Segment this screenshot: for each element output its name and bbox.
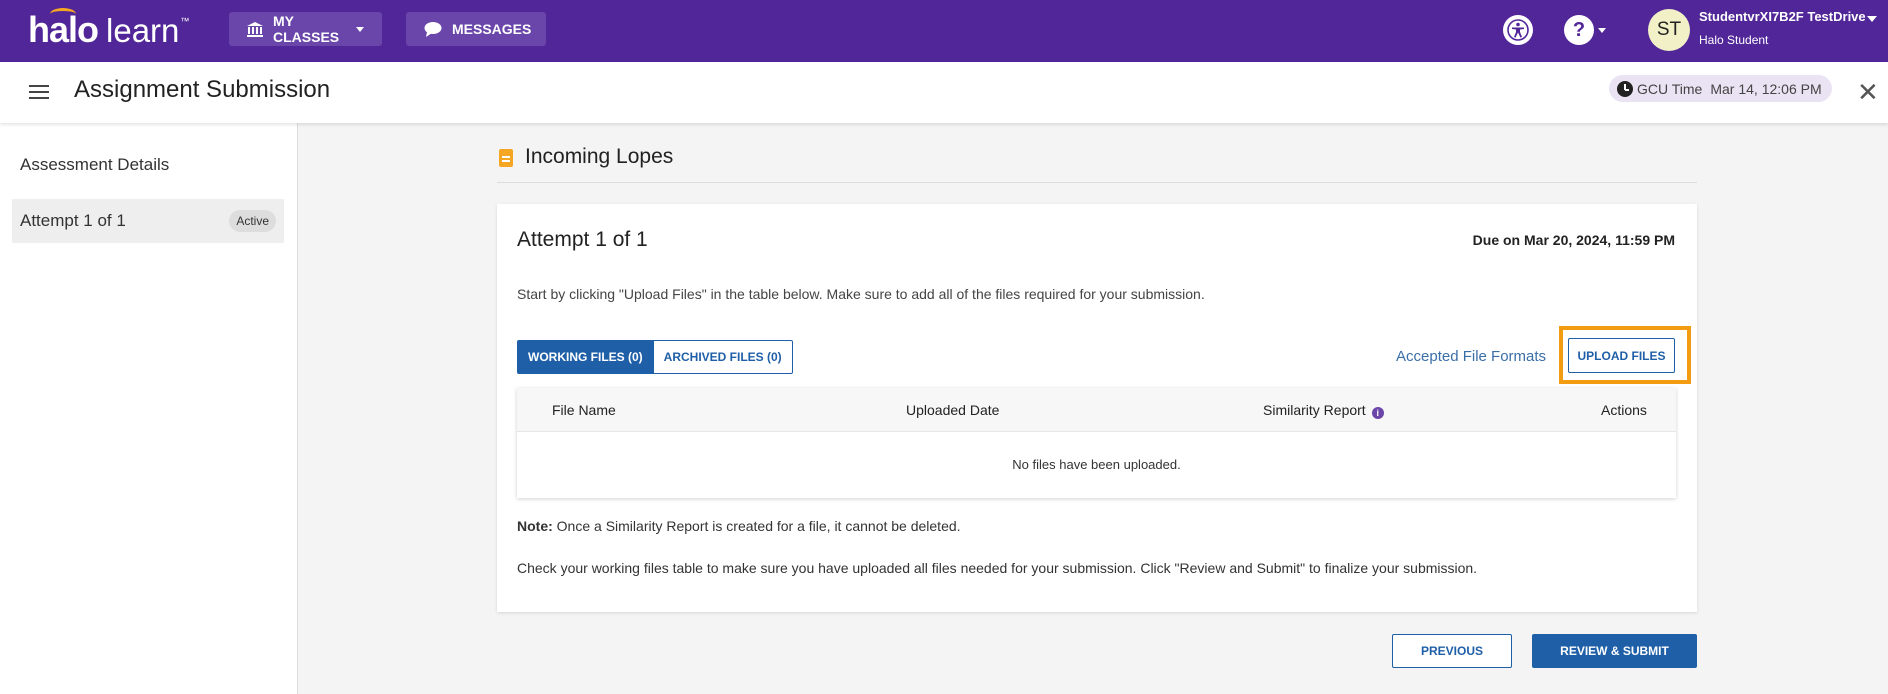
note-body: Once a Similarity Report is created for … [552, 518, 961, 534]
attempt-title: Attempt 1 of 1 [517, 228, 648, 251]
note-label: Note: [517, 518, 553, 534]
logo-text-learn: learn [106, 12, 180, 49]
help-chevron-down-icon[interactable] [1598, 28, 1606, 33]
help-icon[interactable]: ? [1564, 15, 1594, 45]
logo-swoosh-icon [50, 8, 76, 20]
my-classes-button[interactable]: MY CLASSES [229, 12, 382, 46]
chevron-down-icon [356, 26, 364, 32]
top-navigation-bar: halo learn ™ MY CLASSES MESSAGES ? ST St… [0, 0, 1888, 62]
section-header: Incoming Lopes [497, 143, 1697, 183]
avatar-initials: ST [1656, 19, 1682, 40]
accepted-file-formats-link[interactable]: Accepted File Formats [1396, 348, 1546, 365]
chat-bubble-icon [424, 21, 442, 37]
messages-label: MESSAGES [452, 21, 532, 37]
file-tabs: WORKING FILES (0) ARCHIVED FILES (0) [517, 340, 793, 374]
sidebar: Assessment Details Attempt 1 of 1 Active [0, 123, 298, 694]
due-date: Due on Mar 20, 2024, 11:59 PM [1472, 232, 1675, 248]
my-classes-label: MY CLASSES [273, 13, 340, 45]
help-glyph: ? [1572, 18, 1586, 41]
gcu-time-label: GCU Time [1637, 80, 1703, 97]
gcu-time-badge: GCU Time Mar 14, 12:06 PM [1609, 75, 1832, 102]
files-table: File Name Uploaded Date Similarity Repor… [517, 388, 1676, 498]
column-actions: Actions [1601, 402, 1647, 418]
sidebar-heading: Assessment Details [20, 155, 170, 174]
logo-trademark: ™ [180, 16, 190, 26]
page-title: Assignment Submission [74, 76, 331, 103]
close-icon[interactable]: ✕ [1857, 79, 1879, 105]
avatar[interactable]: ST [1648, 9, 1690, 51]
info-icon[interactable]: i [1371, 407, 1384, 419]
column-similarity-report[interactable]: Similarity Report i [1263, 402, 1384, 419]
institution-icon [247, 21, 263, 37]
table-header: File Name Uploaded Date Similarity Repor… [517, 388, 1676, 432]
section-title: Incoming Lopes [525, 145, 674, 168]
user-name[interactable]: StudentvrXI7B2F TestDrive [1699, 9, 1866, 24]
status-badge: Active [229, 210, 276, 232]
halo-learn-logo[interactable]: halo learn ™ [28, 8, 190, 50]
gcu-time-value: Mar 14, 12:06 PM [1710, 80, 1822, 97]
review-submit-button[interactable]: REVIEW & SUBMIT [1532, 634, 1697, 668]
column-similarity-report-label: Similarity Report [1263, 402, 1366, 418]
hamburger-menu-icon[interactable] [29, 85, 49, 99]
attempt-card: Attempt 1 of 1 Due on Mar 20, 2024, 11:5… [497, 204, 1697, 612]
document-icon [499, 149, 513, 167]
column-file-name[interactable]: File Name [552, 402, 616, 418]
note-text: Note: Once a Similarity Report is create… [517, 518, 961, 534]
sidebar-item-attempt[interactable]: Attempt 1 of 1 Active [12, 199, 284, 243]
tab-working-files[interactable]: WORKING FILES (0) [517, 340, 654, 374]
tab-archived-files[interactable]: ARCHIVED FILES (0) [653, 340, 793, 374]
column-uploaded-date[interactable]: Uploaded Date [906, 402, 999, 418]
user-role: Halo Student [1699, 33, 1769, 47]
check-files-text: Check your working files table to make s… [517, 560, 1478, 576]
title-bar: Assignment Submission GCU Time Mar 14, 1… [0, 62, 1888, 123]
clock-icon [1617, 80, 1633, 97]
previous-button[interactable]: PREVIOUS [1392, 634, 1512, 668]
upload-files-button[interactable]: UPLOAD FILES [1568, 338, 1675, 373]
empty-table-message: No files have been uploaded. [1012, 457, 1181, 472]
messages-button[interactable]: MESSAGES [406, 12, 546, 46]
user-menu-chevron-down-icon[interactable] [1867, 16, 1877, 22]
accessibility-icon[interactable] [1503, 15, 1533, 45]
sidebar-item-label: Attempt 1 of 1 [20, 211, 126, 230]
instructions-text: Start by clicking "Upload Files" in the … [517, 286, 1205, 302]
